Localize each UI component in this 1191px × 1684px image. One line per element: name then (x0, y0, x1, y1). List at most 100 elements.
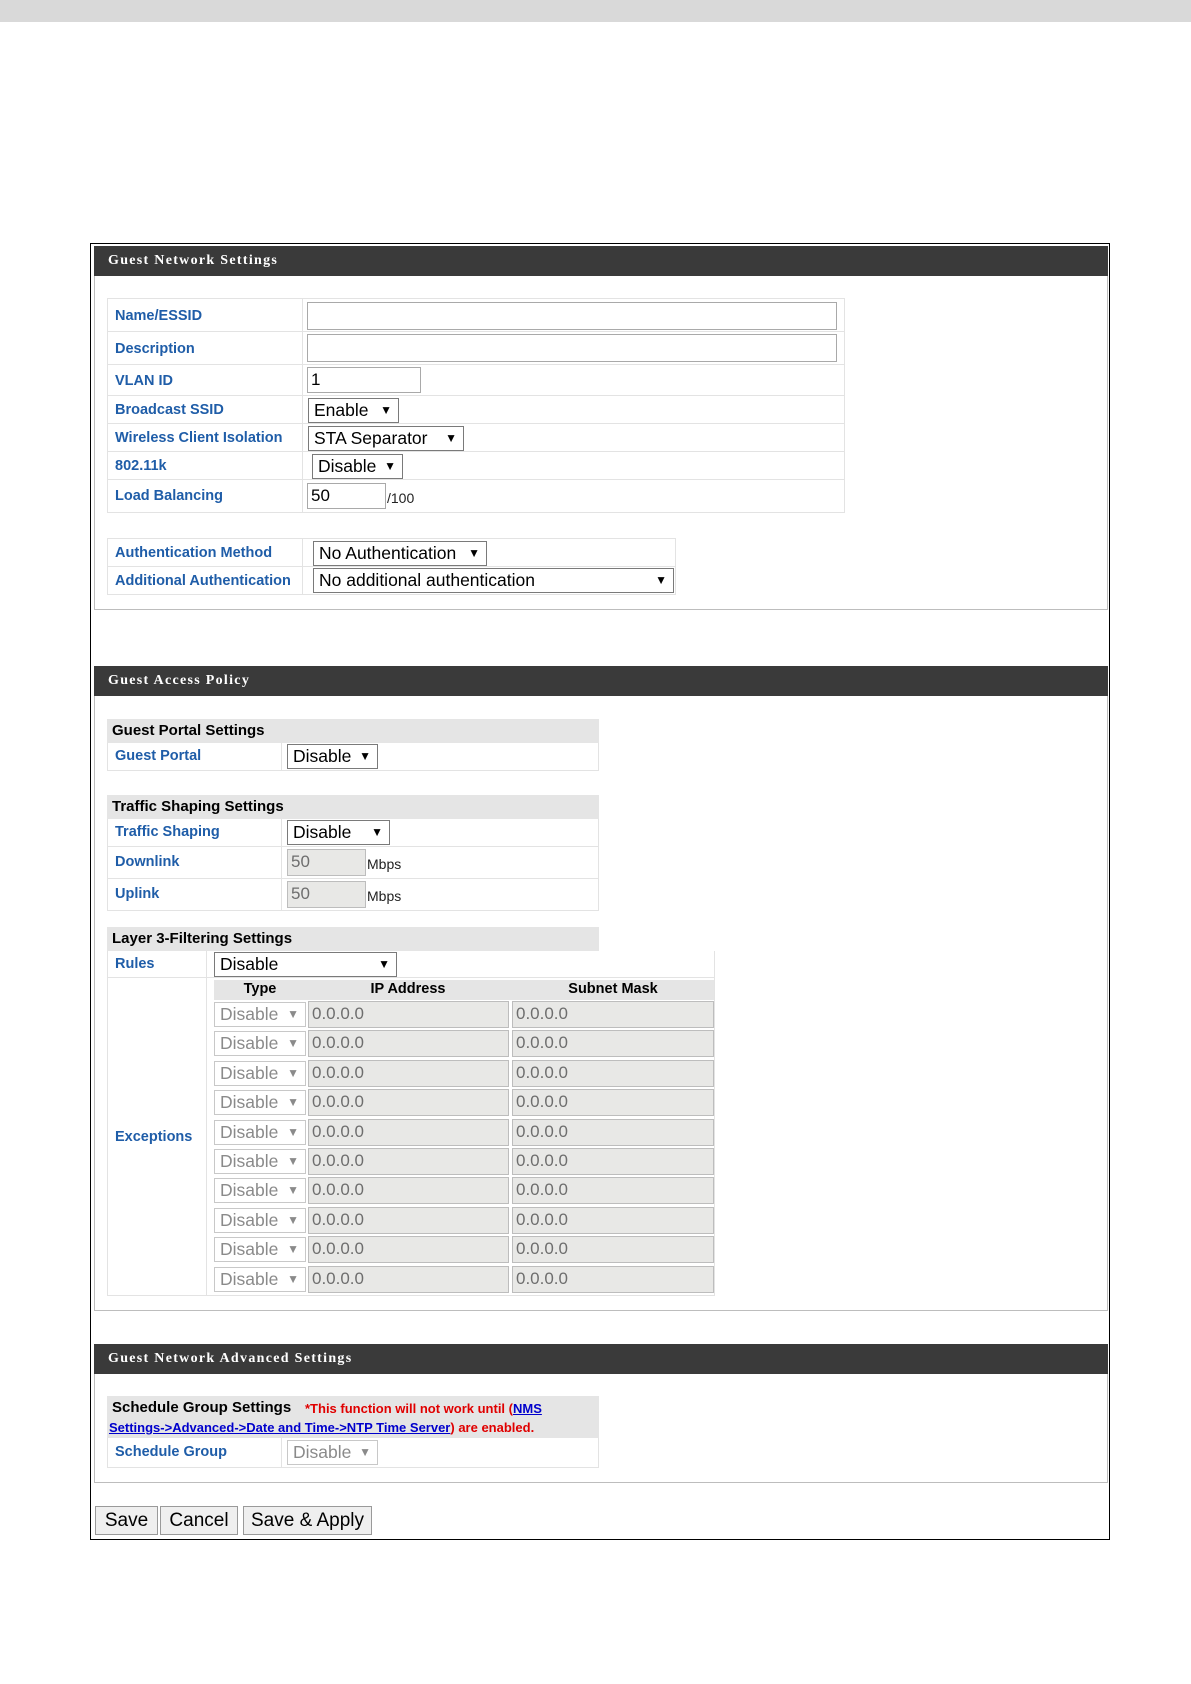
guest-portal-select[interactable]: Disable ▼ (287, 744, 378, 769)
exception-mask-input[interactable]: 0.0.0.0 (512, 1266, 714, 1293)
dropdown-arrow-icon: ▼ (384, 459, 396, 473)
exception-ip-input[interactable]: 0.0.0.0 (308, 1207, 509, 1234)
network-settings-table: Name/ESSID Description VLAN ID 1 Broadca… (107, 298, 845, 513)
dropdown-arrow-icon: ▼ (655, 573, 667, 587)
dropdown-arrow-icon: ▼ (287, 1242, 299, 1256)
dropdown-arrow-icon: ▼ (287, 1066, 299, 1080)
guest-access-policy-title: Guest Access Policy (94, 666, 1108, 696)
guest-portal-table: Guest Portal Disable ▼ (107, 743, 599, 771)
downlink-input[interactable]: 50 (287, 849, 366, 876)
load-balancing-input[interactable]: 50 (307, 483, 386, 509)
exception-row: Disable ▼ 0.0.0.0 0.0.0.0 (214, 1235, 714, 1263)
rules-select[interactable]: Disable ▼ (214, 952, 397, 977)
exceptions-label: Exceptions (115, 1129, 193, 1145)
dropdown-arrow-icon: ▼ (468, 546, 480, 560)
traffic-shaping-section-head: Traffic Shaping Settings (107, 795, 599, 819)
dropdown-arrow-icon: ▼ (445, 431, 457, 445)
exception-type-select[interactable]: Disable ▼ (214, 1208, 306, 1233)
80211k-select[interactable]: Disable ▼ (312, 454, 403, 479)
downlink-label: Downlink (115, 854, 180, 870)
exception-mask-input[interactable]: 0.0.0.0 (512, 1207, 714, 1234)
col-type-header: Type (243, 981, 277, 997)
exception-type-select[interactable]: Disable ▼ (214, 1237, 306, 1262)
save-apply-button[interactable]: Save & Apply (243, 1506, 372, 1535)
traffic-shaping-select[interactable]: Disable ▼ (287, 820, 390, 845)
exception-mask-input[interactable]: 0.0.0.0 (512, 1119, 714, 1146)
exception-mask-input[interactable]: 0.0.0.0 (512, 1236, 714, 1263)
exception-row: Disable ▼ 0.0.0.0 0.0.0.0 (214, 1265, 714, 1293)
exceptions-list: Disable ▼ 0.0.0.0 0.0.0.0 Disable ▼ 0.0.0.0 0.0… (214, 1000, 714, 1294)
exception-type-select[interactable]: Disable ▼ (214, 1031, 306, 1056)
exception-type-select[interactable]: Disable ▼ (214, 1178, 306, 1203)
vlan-id-input[interactable]: 1 (307, 367, 421, 393)
dropdown-arrow-icon: ▼ (287, 1036, 299, 1050)
exception-mask-input[interactable]: 0.0.0.0 (512, 1148, 714, 1175)
col-ip-header: IP Address (370, 981, 446, 997)
layer3-section-head: Layer 3-Filtering Settings (107, 927, 599, 951)
exception-mask-input[interactable]: 0.0.0.0 (512, 1060, 714, 1087)
exception-ip-input[interactable]: 0.0.0.0 (308, 1236, 509, 1263)
dropdown-arrow-icon: ▼ (287, 1095, 299, 1109)
exception-type-select[interactable]: Disable ▼ (214, 1149, 306, 1174)
exception-row: Disable ▼ 0.0.0.0 0.0.0.0 (214, 1059, 714, 1087)
exception-row: Disable ▼ 0.0.0.0 0.0.0.0 (214, 1118, 714, 1146)
save-button[interactable]: Save (95, 1506, 158, 1535)
exceptions-header-row: Type IP Address Subnet Mask (214, 980, 714, 1000)
schedule-warning-head: Schedule Group Settings *This function w… (107, 1396, 599, 1438)
nms-settings-link[interactable]: NMS (513, 1401, 542, 1416)
description-input[interactable] (307, 334, 837, 362)
downlink-unit: Mbps (367, 856, 402, 872)
schedule-section-title: Schedule Group Settings (112, 1399, 292, 1416)
exception-mask-input[interactable]: 0.0.0.0 (512, 1001, 714, 1028)
additional-auth-label: Additional Authentication (115, 573, 291, 589)
name-essid-label: Name/ESSID (115, 308, 203, 324)
80211k-label: 802.11k (115, 458, 167, 474)
exception-ip-input[interactable]: 0.0.0.0 (308, 1266, 509, 1293)
exception-ip-input[interactable]: 0.0.0.0 (308, 1030, 509, 1057)
dropdown-arrow-icon: ▼ (287, 1154, 299, 1168)
exception-row: Disable ▼ 0.0.0.0 0.0.0.0 (214, 1176, 714, 1204)
exception-ip-input[interactable]: 0.0.0.0 (308, 1060, 509, 1087)
exception-mask-input[interactable]: 0.0.0.0 (512, 1089, 714, 1116)
exception-ip-input[interactable]: 0.0.0.0 (308, 1148, 509, 1175)
cancel-button[interactable]: Cancel (160, 1506, 238, 1535)
schedule-group-select[interactable]: Disable ▼ (287, 1440, 378, 1465)
exception-type-select[interactable]: Disable ▼ (214, 1267, 306, 1292)
dropdown-arrow-icon: ▼ (287, 1183, 299, 1197)
exception-ip-input[interactable]: 0.0.0.0 (308, 1119, 509, 1146)
authentication-table: Authentication Method No Authentication ▼… (107, 538, 676, 595)
exception-type-select[interactable]: Disable ▼ (214, 1120, 306, 1145)
traffic-shaping-table: Traffic Shaping Disable ▼ Downlink 50 Mbp… (107, 819, 599, 911)
ntp-warning-line1: *This function will not work until (NMS (305, 1401, 542, 1416)
vlan-id-label: VLAN ID (115, 373, 173, 389)
broadcast-ssid-label: Broadcast SSID (115, 402, 224, 418)
exception-mask-input[interactable]: 0.0.0.0 (512, 1030, 714, 1057)
exception-mask-input[interactable]: 0.0.0.0 (512, 1177, 714, 1204)
name-essid-input[interactable] (307, 302, 837, 330)
dropdown-arrow-icon: ▼ (359, 749, 371, 763)
guest-network-panel-title: Guest Network Settings (94, 246, 1108, 276)
exception-ip-input[interactable]: 0.0.0.0 (308, 1177, 509, 1204)
auth-method-select[interactable]: No Authentication ▼ (313, 541, 487, 566)
exception-ip-input[interactable]: 0.0.0.0 (308, 1001, 509, 1028)
ntp-time-server-link[interactable]: Settings->Advanced->Date and Time->NTP T… (109, 1420, 450, 1435)
exception-row: Disable ▼ 0.0.0.0 0.0.0.0 (214, 1206, 714, 1234)
guest-portal-section-head: Guest Portal Settings (107, 719, 599, 743)
top-bar (0, 0, 1191, 22)
exception-row: Disable ▼ 0.0.0.0 0.0.0.0 (214, 1088, 714, 1116)
col-mask-header: Subnet Mask (568, 981, 658, 997)
exception-ip-input[interactable]: 0.0.0.0 (308, 1089, 509, 1116)
client-isolation-select[interactable]: STA Separator ▼ (308, 426, 464, 451)
load-balancing-unit: /100 (387, 490, 415, 506)
schedule-group-label: Schedule Group (115, 1444, 227, 1460)
additional-auth-select[interactable]: No additional authentication ▼ (313, 568, 674, 593)
dropdown-arrow-icon: ▼ (287, 1125, 299, 1139)
dropdown-arrow-icon: ▼ (287, 1007, 299, 1021)
exception-type-select[interactable]: Disable ▼ (214, 1061, 306, 1086)
load-balancing-label: Load Balancing (115, 488, 223, 504)
exception-type-select[interactable]: Disable ▼ (214, 1002, 306, 1027)
uplink-label: Uplink (115, 886, 160, 902)
exception-type-select[interactable]: Disable ▼ (214, 1090, 306, 1115)
broadcast-ssid-select[interactable]: Enable ▼ (308, 398, 399, 423)
uplink-input[interactable]: 50 (287, 881, 366, 908)
